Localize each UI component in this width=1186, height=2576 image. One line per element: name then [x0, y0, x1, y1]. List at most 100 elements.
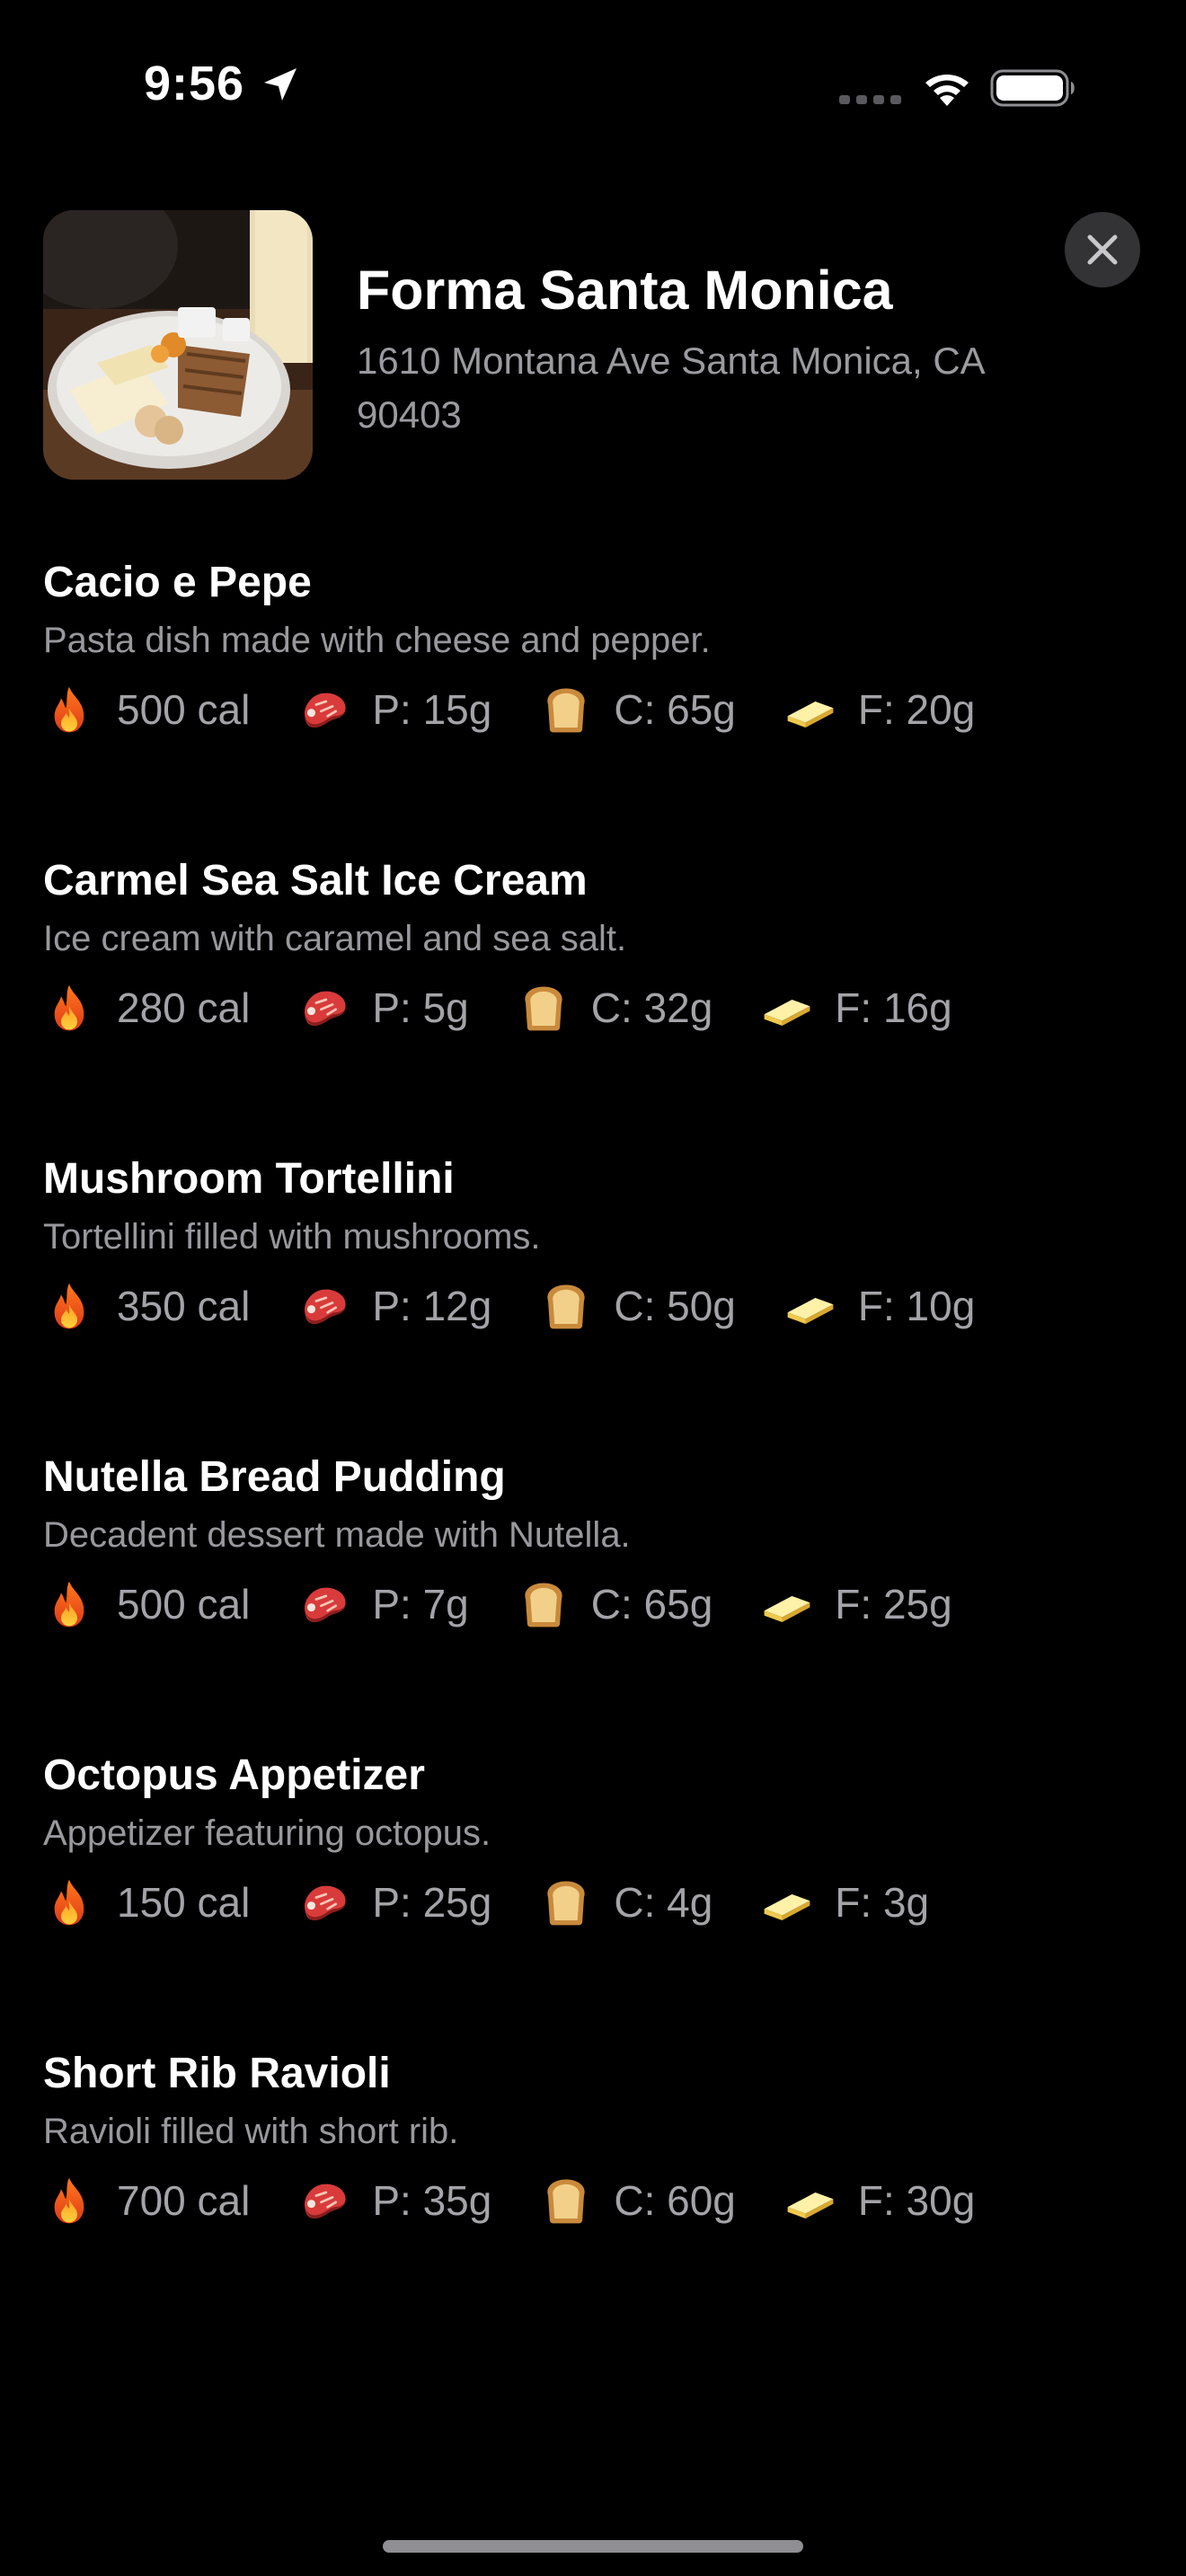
meat-icon: [298, 684, 350, 736]
bread-icon: [518, 982, 570, 1034]
fat-stat: F: 10g: [784, 1280, 975, 1332]
status-time: 9:56: [144, 57, 245, 110]
bread-icon: [518, 1578, 570, 1630]
nutrition-row: 280 cal P: 5g C: 32g F: 16g: [43, 972, 1143, 1044]
menu-item[interactable]: Nutella Bread Pudding Decadent dessert m…: [43, 1446, 1143, 1744]
butter-icon: [784, 1280, 836, 1332]
signal-icon: [839, 95, 901, 104]
calories-value: 150 cal: [117, 1879, 251, 1926]
carbs-stat: C: 65g: [518, 1578, 713, 1630]
protein-stat: P: 12g: [298, 1280, 491, 1332]
meat-icon: [298, 1876, 350, 1928]
protein-stat: P: 25g: [298, 1876, 491, 1928]
menu-item[interactable]: Cacio e Pepe Pasta dish made with cheese…: [43, 551, 1143, 850]
calories-value: 500 cal: [117, 1581, 251, 1628]
fire-icon: [43, 1578, 95, 1630]
fat-value: F: 10g: [857, 1283, 976, 1329]
fire-icon: [43, 2175, 95, 2227]
fire-icon: [43, 1280, 95, 1332]
menu-item-name: Short Rib Ravioli: [43, 2050, 391, 2097]
fat-value: F: 16g: [835, 984, 952, 1031]
carbs-stat: C: 4g: [540, 1876, 712, 1928]
protein-stat: P: 15g: [298, 684, 491, 736]
carbs-value: C: 65g: [590, 1581, 713, 1628]
menu-item[interactable]: Short Rib Ravioli Ravioli filled with sh…: [43, 2042, 1143, 2341]
protein-value: P: 12g: [372, 1283, 492, 1329]
meat-icon: [298, 982, 350, 1034]
menu-list: Cacio e Pepe Pasta dish made with cheese…: [43, 551, 1143, 2341]
fire-icon: [43, 684, 95, 736]
menu-item-name: Carmel Sea Salt Ice Cream: [43, 857, 588, 904]
calories-value: 280 cal: [117, 984, 251, 1031]
nutrition-row: 150 cal P: 25g C: 4g F: 3g: [43, 1866, 1143, 1938]
home-indicator[interactable]: [383, 2540, 803, 2553]
close-icon: [1087, 234, 1118, 265]
fire-icon: [43, 982, 95, 1034]
protein-value: P: 25g: [372, 1879, 492, 1926]
bread-icon: [540, 1876, 592, 1928]
carbs-stat: C: 32g: [518, 982, 713, 1034]
menu-item-description: Decadent dessert made with Nutella.: [43, 1515, 631, 1555]
protein-stat: P: 7g: [298, 1578, 469, 1630]
menu-item-description: Ravioli filled with short rib.: [43, 2112, 459, 2151]
fat-value: F: 3g: [835, 1879, 930, 1926]
carbs-value: C: 50g: [614, 1283, 736, 1329]
wifi-icon: [925, 75, 969, 106]
close-button[interactable]: [1065, 212, 1140, 287]
bread-icon: [540, 2175, 592, 2227]
carbs-value: C: 60g: [614, 2177, 736, 2224]
calories-value: 500 cal: [117, 686, 251, 733]
nutrition-row: 500 cal P: 7g C: 65g F: 25g: [43, 1568, 1143, 1640]
fire-icon: [43, 1876, 95, 1928]
carbs-stat: C: 50g: [540, 1280, 736, 1332]
menu-item-description: Pasta dish made with cheese and pepper.: [43, 621, 711, 660]
butter-icon: [784, 684, 836, 736]
meat-icon: [298, 2175, 350, 2227]
protein-stat: P: 5g: [298, 982, 469, 1034]
nutrition-row: 700 cal P: 35g C: 60g F: 30g: [43, 2165, 1143, 2236]
meat-icon: [298, 1280, 350, 1332]
menu-item[interactable]: Mushroom Tortellini Tortellini filled wi…: [43, 1148, 1143, 1446]
bread-icon: [540, 684, 592, 736]
battery-icon: [990, 69, 1075, 107]
restaurant-name: Forma Santa Monica: [357, 260, 893, 321]
butter-icon: [761, 1578, 813, 1630]
carbs-stat: C: 60g: [540, 2175, 736, 2227]
status-bar: 9:56: [0, 0, 1186, 171]
carbs-value: C: 32g: [590, 984, 713, 1031]
fat-value: F: 20g: [857, 686, 976, 733]
menu-item-name: Octopus Appetizer: [43, 1751, 425, 1799]
meat-icon: [298, 1578, 350, 1630]
calories-stat: 150 cal: [43, 1876, 250, 1928]
location-arrow-icon: [264, 68, 296, 101]
menu-item-name: Mushroom Tortellini: [43, 1155, 455, 1203]
fat-stat: F: 25g: [761, 1578, 952, 1630]
menu-item-name: Cacio e Pepe: [43, 559, 312, 606]
calories-value: 700 cal: [117, 2177, 251, 2224]
protein-value: P: 5g: [372, 984, 469, 1031]
calories-stat: 350 cal: [43, 1280, 250, 1332]
fat-stat: F: 16g: [761, 982, 952, 1034]
restaurant-photo: [43, 210, 313, 480]
carbs-value: C: 65g: [614, 686, 736, 733]
menu-item-description: Ice cream with caramel and sea salt.: [43, 919, 627, 958]
calories-stat: 280 cal: [43, 982, 250, 1034]
calories-stat: 500 cal: [43, 1578, 250, 1630]
menu-item[interactable]: Octopus Appetizer Appetizer featuring oc…: [43, 1744, 1143, 2042]
protein-stat: P: 35g: [298, 2175, 491, 2227]
menu-item[interactable]: Carmel Sea Salt Ice Cream Ice cream with…: [43, 850, 1143, 1148]
menu-item-name: Nutella Bread Pudding: [43, 1453, 506, 1501]
carbs-stat: C: 65g: [540, 684, 736, 736]
restaurant-address: 1610 Montana Ave Santa Monica, CA 90403: [357, 340, 984, 436]
menu-item-description: Appetizer featuring octopus.: [43, 1813, 491, 1853]
nutrition-row: 500 cal P: 15g C: 65g F: 20g: [43, 674, 1143, 745]
fat-stat: F: 20g: [784, 684, 975, 736]
calories-stat: 500 cal: [43, 684, 250, 736]
nutrition-row: 350 cal P: 12g C: 50g F: 10g: [43, 1270, 1143, 1342]
protein-value: P: 35g: [372, 2177, 492, 2224]
bread-icon: [540, 1280, 592, 1332]
fat-value: F: 25g: [835, 1581, 952, 1628]
butter-icon: [761, 982, 813, 1034]
butter-icon: [761, 1876, 813, 1928]
fat-stat: F: 30g: [784, 2175, 975, 2227]
